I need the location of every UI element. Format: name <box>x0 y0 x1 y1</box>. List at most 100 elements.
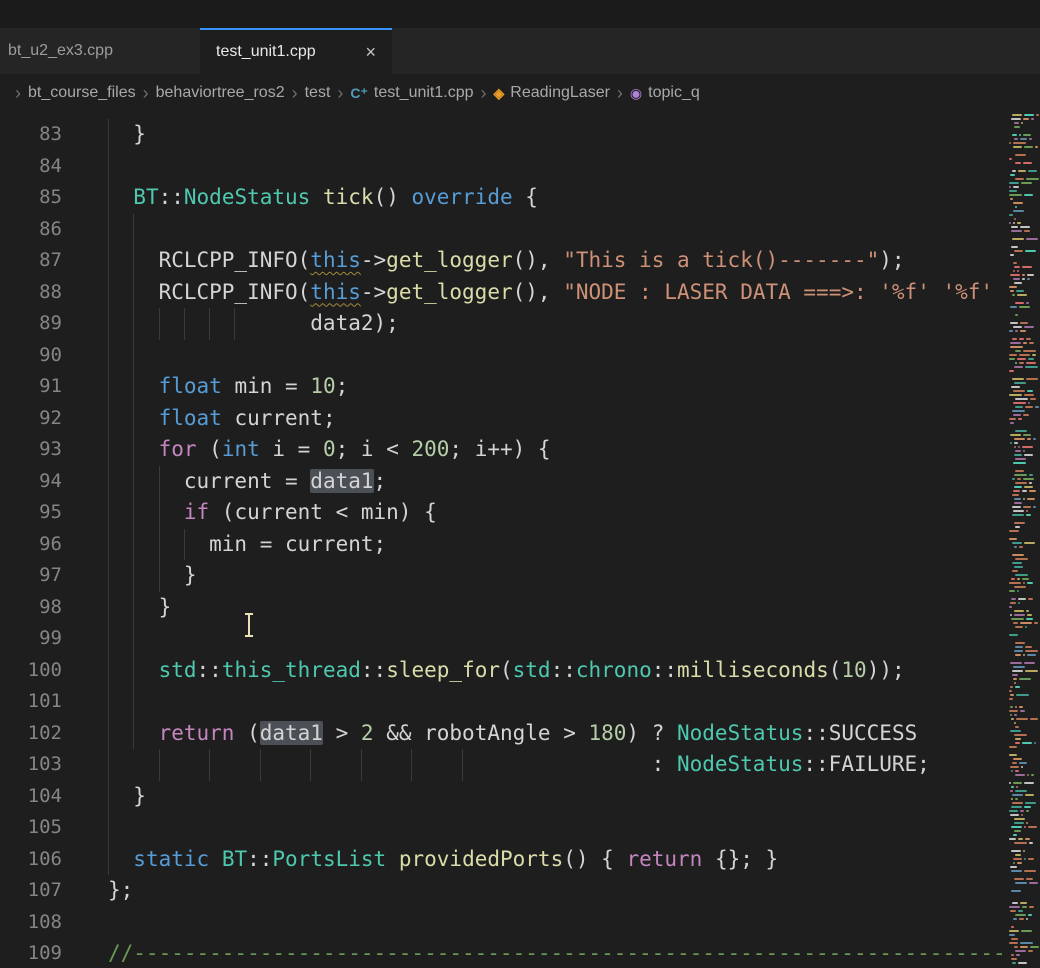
line-number[interactable]: 105 <box>0 812 90 844</box>
code-token <box>108 185 133 209</box>
breadcrumb-item-bt_course_files[interactable]: bt_course_files <box>26 84 138 102</box>
chevron-right-icon: › <box>143 83 149 104</box>
code-line[interactable]: 87 RCLCPP_INFO(this->get_logger(), "This… <box>0 245 1008 277</box>
code-line-content: static BT::PortsList providedPorts() { r… <box>90 844 1008 876</box>
indent-guide <box>159 497 160 529</box>
code-token: data1 <box>310 469 373 493</box>
breadcrumb-item-test_unit1-cpp[interactable]: C⁺ test_unit1.cpp <box>348 84 475 102</box>
close-icon[interactable]: × <box>363 42 378 63</box>
tab-bt_u2_ex3-cpp[interactable]: bt_u2_ex3.cpp <box>0 28 178 74</box>
line-number[interactable]: 97 <box>0 560 90 592</box>
line-number[interactable]: 93 <box>0 434 90 466</box>
line-number[interactable]: 83 <box>0 119 90 151</box>
breadcrumb-item-topic[interactable]: ◉ topic_q <box>628 84 702 102</box>
indent-guide <box>108 245 109 277</box>
line-number[interactable]: 90 <box>0 340 90 372</box>
line-number[interactable]: 100 <box>0 655 90 687</box>
code-line[interactable]: 109//-----------------------------------… <box>0 938 1008 968</box>
line-number[interactable]: 85 <box>0 182 90 214</box>
indent-guide <box>159 749 160 781</box>
line-number[interactable]: 95 <box>0 497 90 529</box>
code-line[interactable]: 106 static BT::PortsList providedPorts()… <box>0 844 1008 876</box>
code-token: ) ? <box>626 721 677 745</box>
editor-tab-bar: bt_u2_ex3.cpp test_unit1.cpp × <box>0 28 1040 74</box>
line-number[interactable]: 87 <box>0 245 90 277</box>
line-number[interactable]: 99 <box>0 623 90 655</box>
code-line[interactable]: 95 if (current < min) { <box>0 497 1008 529</box>
code-token: 180 <box>588 721 626 745</box>
code-token: :: <box>652 658 677 682</box>
tab-test_unit1-cpp[interactable]: test_unit1.cpp × <box>200 28 392 74</box>
line-number[interactable]: 88 <box>0 277 90 309</box>
code-token: NodeStatus <box>184 185 310 209</box>
code-line[interactable]: 84 <box>0 151 1008 183</box>
code-line[interactable]: 103 : NodeStatus::FAILURE; <box>0 749 1008 781</box>
line-number[interactable]: 89 <box>0 308 90 340</box>
code-token: () { <box>563 847 626 871</box>
code-line-content: for (int i = 0; i < 200; i++) { <box>90 434 1008 466</box>
code-token: NodeStatus <box>677 721 803 745</box>
code-token: this_thread <box>222 658 361 682</box>
line-number[interactable]: 98 <box>0 592 90 624</box>
code-token: 10 <box>310 374 335 398</box>
code-line[interactable]: 107}; <box>0 875 1008 907</box>
line-number[interactable]: 107 <box>0 875 90 907</box>
code-line[interactable]: 100 std::this_thread::sleep_for(std::chr… <box>0 655 1008 687</box>
code-token: get_logger <box>386 248 512 272</box>
code-line[interactable]: 90 <box>0 340 1008 372</box>
code-line[interactable]: 94 current = data1; <box>0 466 1008 498</box>
code-line[interactable]: 83 } <box>0 119 1008 151</box>
code-line[interactable]: 89 data2); <box>0 308 1008 340</box>
code-line[interactable]: 99 <box>0 623 1008 655</box>
code-token <box>310 185 323 209</box>
code-line[interactable]: 93 for (int i = 0; i < 200; i++) { <box>0 434 1008 466</box>
code-line[interactable]: 104 } <box>0 781 1008 813</box>
indent-guide <box>133 403 134 435</box>
line-number[interactable]: 104 <box>0 781 90 813</box>
code-token: } <box>108 595 171 619</box>
line-number[interactable]: 109 <box>0 938 90 968</box>
code-line[interactable]: 108 <box>0 907 1008 939</box>
code-line-content: float current; <box>90 403 1008 435</box>
line-number[interactable]: 84 <box>0 151 90 183</box>
code-line[interactable]: 85 BT::NodeStatus tick() override { <box>0 182 1008 214</box>
breadcrumb-item-readinglaser[interactable]: ◈ ReadingLaser <box>492 84 612 102</box>
code-token: -> <box>361 248 386 272</box>
line-number[interactable]: 91 <box>0 371 90 403</box>
line-number[interactable]: 94 <box>0 466 90 498</box>
line-number[interactable]: 92 <box>0 403 90 435</box>
code-line[interactable]: 86 <box>0 214 1008 246</box>
code-token: i = <box>260 437 323 461</box>
code-line[interactable]: 101 <box>0 686 1008 718</box>
line-number[interactable]: 101 <box>0 686 90 718</box>
indent-guide <box>108 466 109 498</box>
code-editor[interactable]: 83 }8485 BT::NodeStatus tick() override … <box>0 112 1040 968</box>
code-line[interactable]: 98 } <box>0 592 1008 624</box>
line-number[interactable]: 96 <box>0 529 90 561</box>
breadcrumb: › bt_course_files › behaviortree_ros2 › … <box>0 74 1040 112</box>
line-number[interactable]: 102 <box>0 718 90 750</box>
code-line[interactable]: 91 float min = 10; <box>0 371 1008 403</box>
code-line-content: data2); <box>90 308 1008 340</box>
indent-guide <box>260 749 261 781</box>
minimap[interactable] <box>1008 112 1040 968</box>
line-number[interactable]: 103 <box>0 749 90 781</box>
code-line[interactable]: 97 } <box>0 560 1008 592</box>
code-line-content: } <box>90 560 1008 592</box>
indent-guide <box>108 277 109 309</box>
breadcrumb-item-behaviortree_ros2[interactable]: behaviortree_ros2 <box>154 84 287 102</box>
code-token: current = <box>108 469 310 493</box>
line-number[interactable]: 86 <box>0 214 90 246</box>
code-line[interactable]: 88 RCLCPP_INFO(this->get_logger(), "NODE… <box>0 277 1008 309</box>
code-token: sleep_for <box>386 658 500 682</box>
code-line[interactable]: 102 return (data1 > 2 && robotAngle > 18… <box>0 718 1008 750</box>
indent-guide <box>108 497 109 529</box>
code-line[interactable]: 105 <box>0 812 1008 844</box>
code-token: ( <box>234 721 259 745</box>
line-number[interactable]: 108 <box>0 907 90 939</box>
code-line[interactable]: 92 float current; <box>0 403 1008 435</box>
line-number[interactable]: 106 <box>0 844 90 876</box>
breadcrumb-item-test[interactable]: test <box>303 84 333 102</box>
code-line[interactable]: 96 min = current; <box>0 529 1008 561</box>
code-line-content: }; <box>90 875 1008 907</box>
